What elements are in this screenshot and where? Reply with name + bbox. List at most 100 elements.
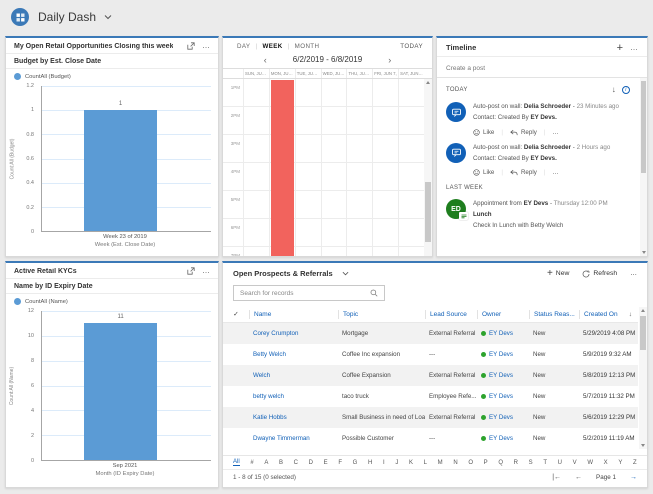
jump-letter[interactable]: W	[587, 460, 593, 466]
day-column-fri[interactable]	[372, 79, 398, 256]
jump-letter[interactable]: P	[484, 460, 488, 466]
cell-name[interactable]: Corey Crumpton	[249, 330, 338, 337]
jump-letter[interactable]: J	[395, 460, 398, 466]
table-row[interactable]: Welch Coffee Expansion External Referral…	[223, 365, 638, 386]
reply-button[interactable]: Reply	[510, 169, 537, 176]
table-row[interactable]: Dwayne Timmerman Possible Customer --- E…	[223, 428, 638, 449]
table-row[interactable]: Corey Crumpton Mortgage External Referra…	[223, 323, 638, 344]
add-post-icon[interactable]: +	[617, 44, 623, 52]
jump-letter[interactable]: X	[604, 460, 608, 466]
cell-owner[interactable]: EY Devs	[477, 393, 529, 400]
column-header-created-on[interactable]: Created On ↓	[579, 310, 638, 319]
search-box[interactable]	[233, 285, 385, 301]
scroll-up-icon[interactable]	[426, 81, 430, 84]
post-more-icon[interactable]: …	[552, 129, 558, 136]
more-icon[interactable]: …	[202, 268, 210, 274]
jump-letter[interactable]: A	[264, 460, 268, 466]
jump-letter[interactable]: L	[424, 460, 427, 466]
scrollbar-thumb[interactable]	[425, 182, 431, 242]
cell-name[interactable]: betty welch	[249, 393, 338, 400]
timeline-appointment[interactable]: ED Appointment from EY Devs - Thursday 1…	[437, 194, 639, 233]
prev-page-icon[interactable]: ←	[575, 474, 582, 481]
jump-letter[interactable]: D	[309, 460, 313, 466]
collapse-icon[interactable]: ↓	[612, 85, 616, 94]
cell-name[interactable]: Dwayne Timmerman	[249, 435, 338, 442]
tab-week[interactable]: WEEK	[257, 43, 287, 50]
tab-day[interactable]: DAY	[232, 43, 255, 50]
jump-letter[interactable]: N	[453, 460, 457, 466]
jump-letter[interactable]: R	[514, 460, 518, 466]
cell-owner[interactable]: EY Devs	[477, 330, 529, 337]
jump-letter[interactable]: V	[573, 460, 577, 466]
day-column-tue[interactable]	[295, 79, 321, 256]
day-column-sat[interactable]	[398, 79, 424, 256]
search-input[interactable]	[240, 290, 370, 297]
like-button[interactable]: Like	[473, 169, 494, 176]
column-header-status-reason[interactable]: Status Reas...	[529, 310, 579, 319]
more-icon[interactable]: …	[630, 45, 638, 51]
first-page-icon[interactable]: |←	[552, 474, 561, 481]
day-column-thu[interactable]	[346, 79, 372, 256]
new-button[interactable]: + New	[547, 270, 569, 277]
cell-name[interactable]: Betty Welch	[249, 351, 338, 358]
chart-bar[interactable]: 11	[84, 323, 157, 460]
column-header-owner[interactable]: Owner	[477, 310, 529, 319]
info-icon[interactable]: i	[622, 86, 630, 94]
popout-icon[interactable]	[187, 42, 195, 50]
cell-owner[interactable]: EY Devs	[477, 351, 529, 358]
cell-owner[interactable]: EY Devs	[477, 372, 529, 379]
jump-letter[interactable]: S	[529, 460, 533, 466]
timeline-scrollbar[interactable]	[640, 78, 647, 256]
table-row[interactable]: Katie Hobbs Small Business in need of Lo…	[223, 407, 638, 428]
jump-all[interactable]: All	[233, 459, 240, 466]
dashboard-selector-chevron-icon[interactable]	[104, 14, 112, 20]
table-row[interactable]: Betty Welch Coffee Inc expansion --- EY …	[223, 344, 638, 365]
jump-letter[interactable]: E	[324, 460, 328, 466]
scroll-down-icon[interactable]	[641, 444, 645, 447]
jump-letter[interactable]: O	[468, 460, 473, 466]
select-all-check-icon[interactable]: ✓	[223, 309, 249, 319]
jump-letter[interactable]: M	[438, 460, 443, 466]
cell-owner[interactable]: EY Devs	[477, 435, 529, 442]
column-header-topic[interactable]: Topic	[338, 310, 425, 319]
next-week-icon[interactable]: ›	[388, 56, 391, 64]
jump-letter[interactable]: Q	[498, 460, 503, 466]
scrollbar-thumb[interactable]	[640, 316, 646, 350]
timeline-post[interactable]: Auto-post on wall: Delia Schroeder - 23 …	[437, 97, 639, 125]
jump-letter[interactable]: U	[558, 460, 562, 466]
jump-letter[interactable]: Y	[618, 460, 622, 466]
create-post-input[interactable]	[437, 59, 647, 77]
cell-name[interactable]: Katie Hobbs	[249, 414, 338, 421]
scroll-down-icon[interactable]	[642, 251, 646, 254]
cell-owner[interactable]: EY Devs	[477, 414, 529, 421]
jump-letter[interactable]: F	[338, 460, 342, 466]
refresh-button[interactable]: Refresh	[582, 270, 617, 278]
post-more-icon[interactable]: …	[552, 169, 558, 176]
day-column-wed[interactable]	[321, 79, 347, 256]
today-button[interactable]: TODAY	[400, 43, 423, 50]
jump-letter[interactable]: Z	[633, 460, 637, 466]
jump-letter[interactable]: C	[294, 460, 298, 466]
calendar-scrollbar[interactable]	[424, 79, 432, 256]
scroll-up-icon[interactable]	[641, 309, 645, 312]
reply-button[interactable]: Reply	[510, 129, 537, 136]
jump-letter[interactable]: #	[250, 460, 253, 466]
timeline-post[interactable]: Auto-post on wall: Delia Schroeder - 2 H…	[437, 138, 639, 166]
scrollbar-thumb[interactable]	[641, 81, 646, 173]
jump-letter[interactable]: I	[383, 460, 385, 466]
sort-desc-icon[interactable]: ↓	[629, 311, 634, 318]
day-column-sun[interactable]	[243, 79, 269, 256]
chart-bar[interactable]: 1	[84, 110, 157, 231]
jump-letter[interactable]: H	[368, 460, 372, 466]
view-selector-chevron-icon[interactable]	[342, 271, 349, 276]
jump-letter[interactable]: T	[543, 460, 547, 466]
calendar-event-block[interactable]	[271, 80, 294, 256]
column-header-name[interactable]: Name	[249, 310, 338, 319]
column-header-lead-source[interactable]: Lead Source	[425, 310, 477, 319]
table-row[interactable]: betty welch taco truck Employee Refe... …	[223, 386, 638, 407]
like-button[interactable]: Like	[473, 129, 494, 136]
jump-letter[interactable]: G	[353, 460, 358, 466]
grid-more-icon[interactable]: …	[630, 270, 637, 277]
jump-letter[interactable]: K	[409, 460, 413, 466]
next-page-icon[interactable]: →	[630, 474, 637, 481]
